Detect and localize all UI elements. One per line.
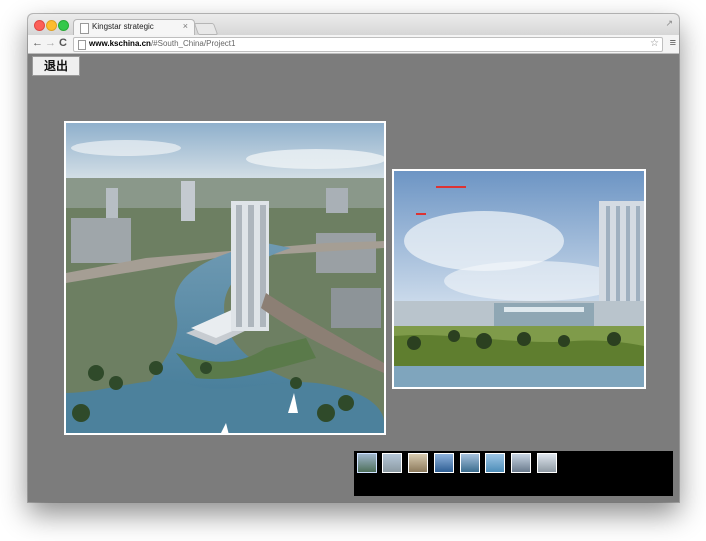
close-window-button[interactable] — [34, 20, 45, 31]
waterfront-aerial-image[interactable] — [64, 121, 386, 435]
forward-icon[interactable]: → — [45, 37, 56, 50]
thumbnail-4[interactable] — [434, 453, 454, 473]
waterfront-aerial-picture — [66, 123, 384, 433]
browser-toolbar: ← → C www.kschina.cn/#South_China/Projec… — [28, 35, 679, 54]
thumbnail-8[interactable] — [537, 453, 557, 473]
thumbnail-2[interactable] — [382, 453, 402, 473]
menu-icon[interactable]: ≡ — [670, 37, 676, 49]
exhibition-center-image[interactable] — [392, 169, 646, 389]
url-path: /#South_China/Project1 — [150, 39, 236, 48]
thumbnail-1[interactable] — [357, 453, 377, 473]
browser-window: Kingstar strategic × ↗ ← → C www.kschina… — [28, 14, 679, 502]
page-icon — [78, 40, 86, 50]
browser-tab[interactable]: Kingstar strategic × — [73, 19, 195, 36]
tab-close-icon[interactable]: × — [183, 21, 188, 31]
exhibition-center-picture — [394, 171, 644, 387]
page-icon — [80, 23, 89, 34]
url-host: www.kschina.cn — [89, 39, 151, 48]
bookmark-star-icon[interactable]: ☆ — [650, 38, 659, 49]
thumbnail-7[interactable] — [511, 453, 531, 473]
minimize-window-button[interactable] — [46, 20, 57, 31]
fullscreen-icon[interactable]: ↗ — [665, 18, 673, 29]
title-bar: Kingstar strategic × ↗ — [28, 14, 679, 36]
back-icon[interactable]: ← — [32, 37, 43, 50]
address-bar[interactable]: www.kschina.cn/#South_China/Project1 ☆ — [73, 37, 663, 52]
thumbnail-3[interactable] — [408, 453, 428, 473]
thumbnail-5[interactable] — [460, 453, 480, 473]
new-tab-button[interactable] — [193, 23, 219, 35]
thumbnail-6[interactable] — [485, 453, 505, 473]
maximize-window-button[interactable] — [58, 20, 69, 31]
url-text: www.kschina.cn/#South_China/Project1 — [89, 39, 235, 48]
page-content: 退出 — [28, 54, 679, 502]
exit-button[interactable]: 退出 — [32, 56, 80, 76]
thumbnail-strip — [354, 451, 673, 496]
tab-title: Kingstar strategic — [92, 22, 154, 31]
reload-icon[interactable]: C — [59, 37, 67, 50]
